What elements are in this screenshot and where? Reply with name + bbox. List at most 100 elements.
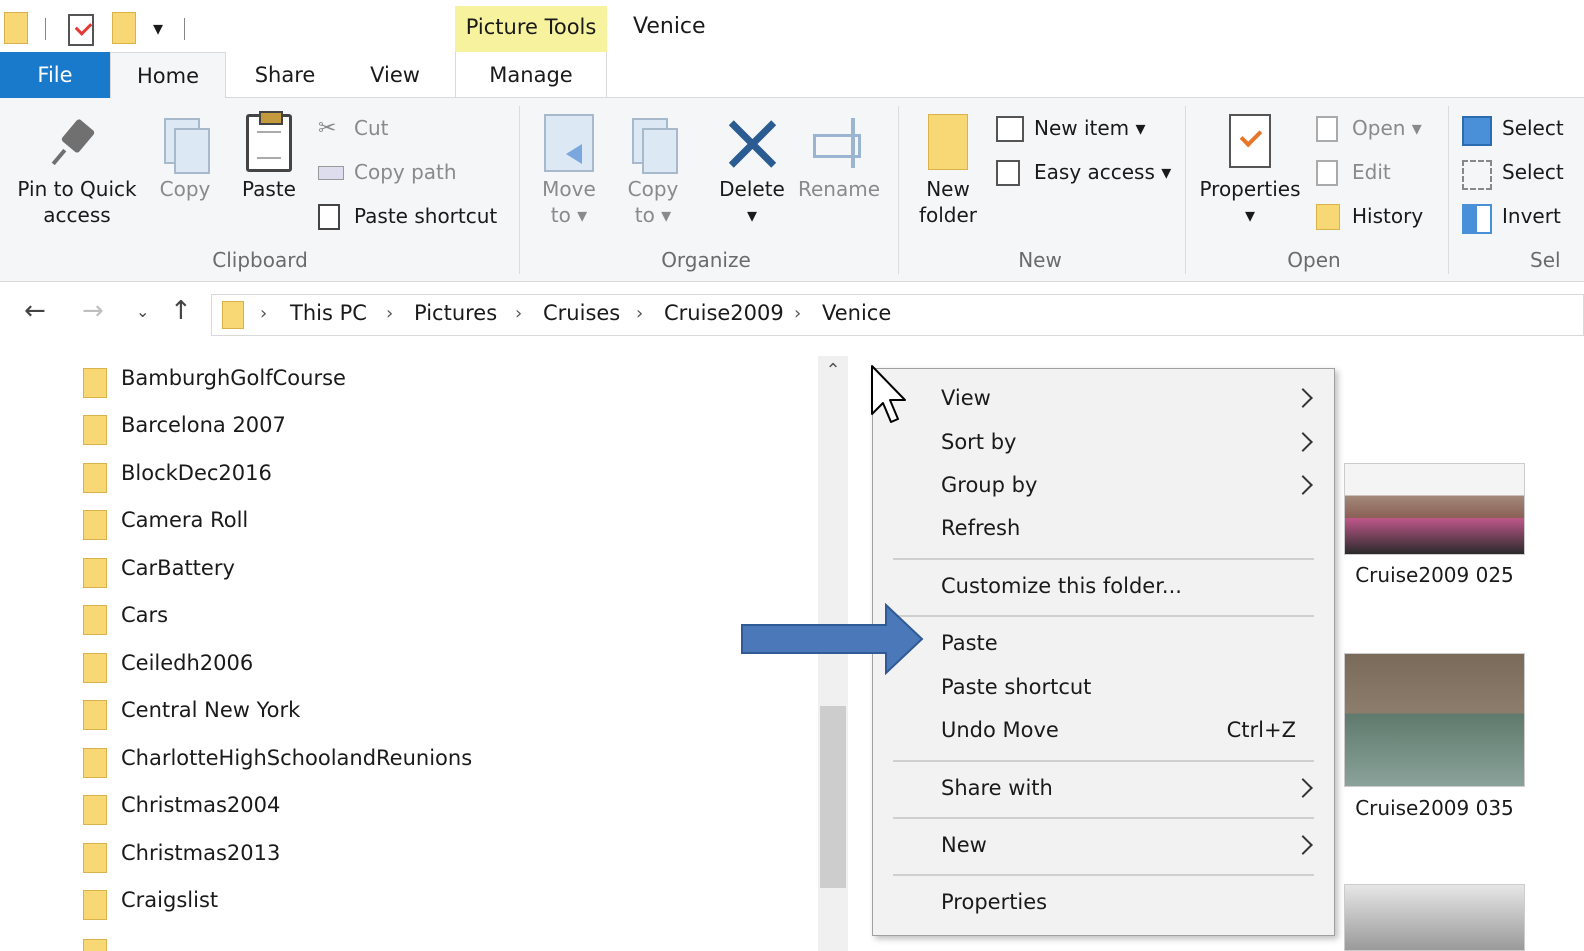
scissors-icon: ✂ bbox=[318, 116, 337, 141]
breadcrumb-venice[interactable]: Venice bbox=[822, 301, 891, 325]
history-label: History bbox=[1352, 204, 1424, 228]
up-arrow-icon[interactable]: ↑ bbox=[170, 296, 192, 326]
select-all-icon bbox=[1462, 116, 1492, 146]
history-button[interactable]: History bbox=[1316, 202, 1423, 230]
menu-separator bbox=[893, 817, 1314, 819]
back-arrow-icon[interactable]: ← bbox=[24, 296, 46, 326]
folder-icon bbox=[83, 890, 107, 920]
breadcrumb-pictures[interactable]: Pictures bbox=[414, 301, 497, 325]
tab-home[interactable]: Home bbox=[110, 52, 226, 99]
tab-file[interactable]: File bbox=[0, 52, 110, 98]
invert-selection-icon bbox=[1462, 204, 1492, 234]
breadcrumb-chevron-icon[interactable]: › bbox=[794, 303, 801, 324]
breadcrumb-chevron-icon[interactable]: › bbox=[260, 303, 267, 324]
menu-item-refresh[interactable]: Refresh bbox=[873, 509, 1334, 551]
new-folder-line1: New bbox=[926, 177, 970, 201]
menu-item-properties[interactable]: Properties bbox=[873, 883, 1334, 925]
menu-item-label: Paste shortcut bbox=[941, 675, 1092, 699]
select-none-label: Select bbox=[1502, 160, 1564, 184]
folder-icon[interactable] bbox=[4, 12, 28, 44]
address-bar[interactable]: › This PC › Pictures › Cruises › Cruise2… bbox=[211, 294, 1584, 336]
menu-item-label: View bbox=[941, 386, 991, 410]
paste-button[interactable]: Paste bbox=[236, 111, 302, 202]
chevron-down-icon: ▾ bbox=[746, 203, 758, 227]
menu-item-paste[interactable]: Paste bbox=[873, 624, 1334, 666]
new-folder-icon bbox=[928, 114, 968, 170]
paste-label: Paste bbox=[242, 177, 296, 201]
tab-manage[interactable]: Manage bbox=[455, 52, 607, 98]
folder-name: Christmas2013 bbox=[121, 841, 281, 865]
properties-button[interactable]: Properties ▾ bbox=[1196, 114, 1304, 228]
breadcrumb-cruise2009[interactable]: Cruise2009 bbox=[664, 301, 784, 325]
folder-icon bbox=[83, 748, 107, 778]
folder-name: Camera Roll bbox=[121, 508, 249, 532]
open-button[interactable]: Open ▾ bbox=[1316, 114, 1422, 142]
delete-button[interactable]: Delete ▾ bbox=[714, 114, 790, 228]
menu-separator bbox=[893, 615, 1314, 617]
menu-item-customize-folder[interactable]: Customize this folder... bbox=[873, 567, 1334, 609]
pin-label-line2: access bbox=[43, 203, 111, 227]
paste-shortcut-label: Paste shortcut bbox=[354, 204, 498, 228]
easy-access-button[interactable]: Easy access ▾ bbox=[996, 158, 1171, 186]
paste-shortcut-button[interactable]: Paste shortcut bbox=[318, 202, 497, 230]
edit-button[interactable]: Edit bbox=[1316, 158, 1391, 186]
menu-item-share-with[interactable]: Share with bbox=[873, 769, 1334, 811]
copy-path-button[interactable]: Copy path bbox=[318, 158, 457, 186]
new-folder-quick-icon[interactable] bbox=[112, 12, 136, 44]
folder-name: Ceiledh2006 bbox=[121, 651, 254, 675]
copy-to-icon bbox=[628, 114, 678, 174]
breadcrumb-chevron-icon[interactable]: › bbox=[515, 303, 522, 324]
folder-name: Central New York bbox=[121, 698, 301, 722]
rename-button[interactable]: Rename bbox=[796, 114, 882, 202]
select-all-button[interactable]: Select bbox=[1462, 114, 1564, 146]
chevron-down-icon: ▾ bbox=[1244, 203, 1256, 227]
copy-button[interactable]: Copy bbox=[152, 114, 218, 202]
scrollbar-thumb[interactable] bbox=[820, 706, 846, 888]
group-separator bbox=[1185, 106, 1186, 274]
menu-item-label: Customize this folder... bbox=[941, 574, 1182, 598]
forward-arrow-icon[interactable]: → bbox=[82, 296, 104, 326]
menu-item-group-by[interactable]: Group by bbox=[873, 466, 1334, 508]
move-to-line1: Move bbox=[542, 177, 596, 201]
folder-icon bbox=[83, 415, 107, 445]
easy-access-label: Easy access ▾ bbox=[1034, 160, 1172, 184]
new-item-label: New item ▾ bbox=[1034, 116, 1146, 140]
menu-item-label: Refresh bbox=[941, 516, 1021, 540]
separator bbox=[45, 18, 46, 40]
menu-item-sort-by[interactable]: Sort by bbox=[873, 423, 1334, 465]
folder-icon bbox=[83, 368, 107, 398]
breadcrumb-chevron-icon[interactable]: › bbox=[636, 303, 643, 324]
folder-icon bbox=[83, 843, 107, 873]
thumbnail-label: Cruise2009 035 bbox=[1355, 796, 1514, 820]
menu-item-undo-move[interactable]: Undo Move Ctrl+Z bbox=[873, 711, 1334, 753]
pin-to-quick-access-button[interactable]: Pin to Quick access bbox=[12, 114, 142, 228]
folder-icon bbox=[83, 605, 107, 635]
menu-item-new[interactable]: New bbox=[873, 826, 1334, 868]
photo-thumbnail bbox=[1344, 463, 1525, 555]
recent-locations-chevron-icon[interactable]: ⌄ bbox=[136, 302, 149, 321]
menu-item-paste-shortcut[interactable]: Paste shortcut bbox=[873, 668, 1334, 710]
new-item-button[interactable]: New item ▾ bbox=[996, 114, 1146, 142]
breadcrumb-this-pc[interactable]: This PC bbox=[290, 301, 367, 325]
new-folder-button[interactable]: New folder bbox=[910, 114, 986, 228]
breadcrumb-cruises[interactable]: Cruises bbox=[543, 301, 620, 325]
chevron-right-icon bbox=[1293, 388, 1313, 408]
chevron-right-icon bbox=[1293, 432, 1313, 452]
folder-name: Craigslist bbox=[121, 888, 219, 912]
tab-view[interactable]: View bbox=[355, 52, 435, 98]
invert-selection-button[interactable]: Invert bbox=[1462, 202, 1561, 234]
copy-to-line1: Copy bbox=[627, 177, 679, 201]
open-icon bbox=[1316, 116, 1338, 142]
select-none-button[interactable]: Select bbox=[1462, 158, 1564, 190]
cut-button[interactable]: ✂ Cut bbox=[318, 114, 388, 142]
customize-quick-access-icon[interactable]: ▾ bbox=[153, 18, 163, 38]
move-to-button[interactable]: Move to ▾ bbox=[536, 114, 602, 228]
breadcrumb-chevron-icon[interactable]: › bbox=[386, 303, 393, 324]
group-label-new: New bbox=[1018, 248, 1062, 272]
copy-to-button[interactable]: Copy to ▾ bbox=[620, 114, 686, 228]
tab-share[interactable]: Share bbox=[240, 52, 330, 98]
delete-x-icon bbox=[724, 114, 780, 172]
chevron-up-icon[interactable]: ⌃ bbox=[818, 356, 848, 386]
properties-quick-icon[interactable] bbox=[68, 14, 94, 46]
menu-item-view[interactable]: View bbox=[873, 379, 1334, 421]
